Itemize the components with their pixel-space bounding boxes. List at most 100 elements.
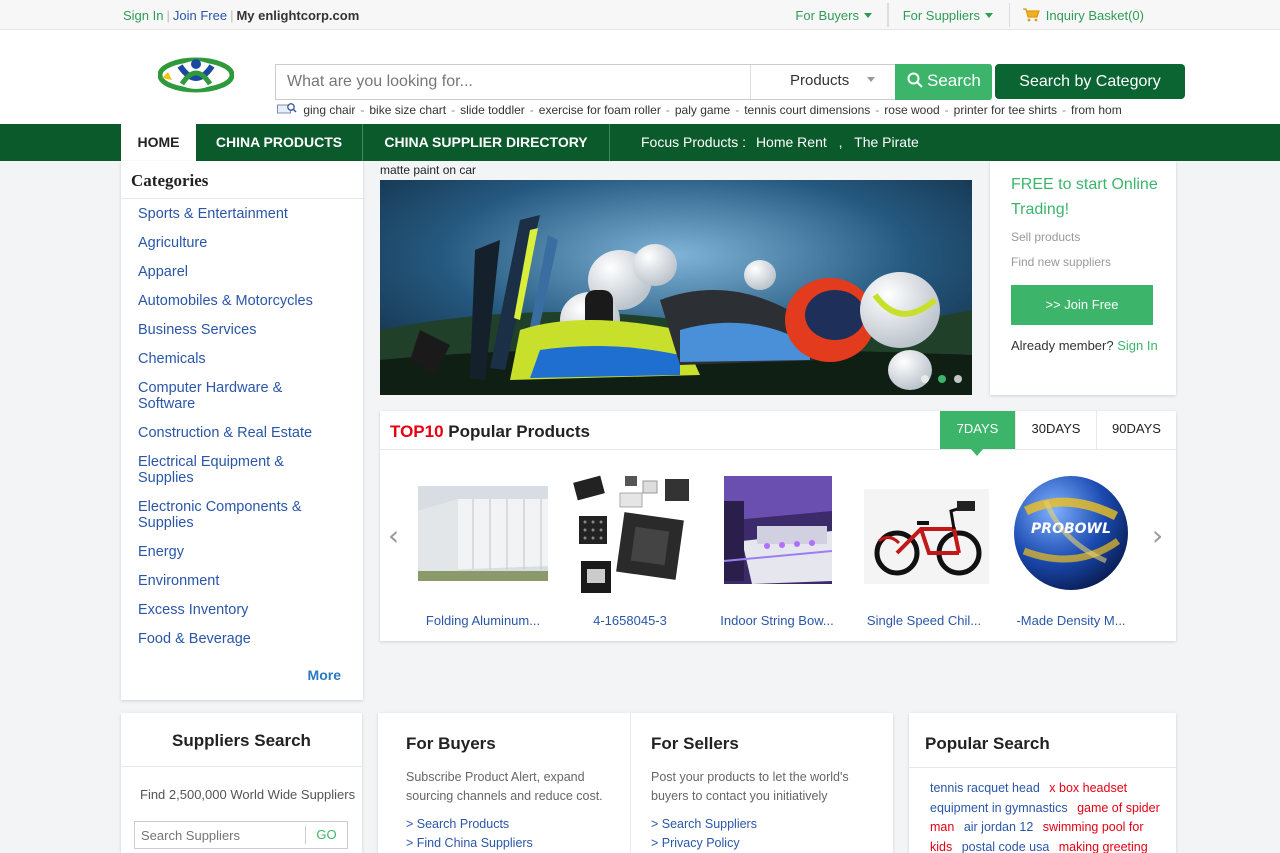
bowling-lane-icon [723, 476, 833, 584]
hot-keyword-link[interactable]: slide toddler [460, 103, 525, 117]
focus-products: Focus Products : Home Rent , The Pirate [641, 134, 919, 150]
nav-home[interactable]: HOME [121, 124, 196, 161]
category-item[interactable]: Food & Beverage [138, 631, 343, 647]
focus-label: Focus Products : [641, 134, 747, 150]
search-input[interactable] [276, 65, 750, 99]
category-item[interactable]: Computer Hardware & Software [138, 380, 343, 412]
suppliers-search-text: Find 2,500,000 World Wide Suppliers [140, 787, 356, 802]
divider [1009, 3, 1010, 27]
top10-title-rest: Popular Products [448, 422, 590, 441]
focus-item[interactable]: The Pirate [854, 134, 919, 150]
product-card[interactable]: Indoor String Bow... [707, 471, 847, 628]
my-site-link[interactable]: My enlightcorp.com [236, 8, 359, 23]
sign-in-link[interactable]: Sign In [123, 8, 163, 23]
search-products-link[interactable]: > Search Products [406, 817, 509, 831]
product-card[interactable]: PROBOWL -Made Density M... [1001, 471, 1141, 628]
product-name[interactable]: -Made Density M... [1001, 613, 1141, 628]
privacy-policy-link[interactable]: > Privacy Policy [651, 836, 740, 850]
suppliers-search-input[interactable] [135, 822, 305, 848]
hot-keyword-link[interactable]: bike size chart [369, 103, 446, 117]
category-list: Sports & Entertainment Agriculture Apparel… [121, 199, 363, 647]
popular-search-tag[interactable]: tennis racquet head [930, 781, 1040, 795]
hot-keyword-link[interactable]: paly game [675, 103, 730, 117]
category-item[interactable]: Excess Inventory [138, 602, 343, 618]
product-name[interactable]: Folding Aluminum... [413, 613, 553, 628]
for-suppliers-menu[interactable]: For Suppliers [903, 8, 993, 23]
product-card[interactable]: Single Speed Chil... [854, 471, 994, 628]
hot-keyword-link[interactable]: from hom [1071, 103, 1122, 117]
categories-title: Categories [121, 161, 363, 199]
search-button[interactable]: Search [895, 64, 992, 100]
focus-separator: , [838, 134, 843, 150]
nav-supplier-directory[interactable]: CHINA SUPPLIER DIRECTORY [363, 124, 609, 161]
search-button-label: Search [927, 71, 981, 90]
join-free-button[interactable]: >> Join Free [1011, 285, 1153, 325]
tent-building-icon [418, 486, 548, 581]
popular-search-tag[interactable]: making greeting [1059, 840, 1148, 853]
popular-search-tag[interactable]: x box headset [1049, 781, 1127, 795]
banner-caption[interactable]: matte paint on car [380, 163, 476, 177]
category-item[interactable]: Electronic Components & Supplies [138, 499, 343, 531]
category-item[interactable]: Construction & Real Estate [138, 425, 343, 441]
hot-keyword-link[interactable]: rose wood [884, 103, 939, 117]
suppliers-search-field: GO [134, 821, 348, 849]
category-item[interactable]: Environment [138, 573, 343, 589]
category-item[interactable]: Agriculture [138, 235, 343, 251]
site-logo[interactable] [158, 56, 234, 94]
product-card[interactable]: Folding Aluminum... [413, 471, 553, 628]
search-by-category-button[interactable]: Search by Category [995, 64, 1185, 99]
popular-search-tag[interactable]: postal code usa [962, 840, 1050, 853]
suppliers-search-title: Suppliers Search [121, 713, 362, 767]
for-buyers-title: For Buyers [406, 734, 496, 753]
category-item[interactable]: Energy [138, 544, 343, 560]
popular-search-tag[interactable]: equipment in gymnastics [930, 801, 1068, 815]
product-card[interactable]: 4-1658045-3 [560, 471, 700, 628]
nav-china-products[interactable]: CHINA PRODUCTS [196, 124, 362, 161]
divider [609, 124, 610, 161]
popular-search-tag[interactable]: air jordan 12 [964, 820, 1034, 834]
for-sellers-title: For Sellers [651, 734, 739, 753]
inquiry-basket-link[interactable]: Inquiry Basket(0) [1022, 8, 1144, 23]
sell-products-text: Sell products [1011, 230, 1081, 244]
caret-down-icon [985, 13, 993, 18]
suppliers-go-button[interactable]: GO [305, 826, 347, 844]
more-categories-link[interactable]: More [308, 667, 341, 683]
top-bar: Sign In | Join Free | My enlightcorp.com For… [0, 0, 1280, 30]
find-china-suppliers-link[interactable]: > Find China Suppliers [406, 836, 533, 850]
divider: | [230, 8, 234, 23]
focus-item[interactable]: Home Rent [756, 134, 827, 150]
category-item[interactable]: Sports & Entertainment [138, 206, 343, 222]
join-free-link[interactable]: Join Free [173, 8, 227, 23]
for-buyers-menu[interactable]: For Buyers [795, 8, 872, 23]
side-sign-in-link[interactable]: Sign In [1117, 338, 1157, 353]
buyers-sellers-box: For Buyers Subscribe Product Alert, expa… [378, 713, 893, 853]
hot-search-icon [277, 103, 297, 114]
category-item[interactable]: Chemicals [138, 351, 343, 367]
category-item[interactable]: Automobiles & Motorcycles [138, 293, 343, 309]
svg-text:PROBOWL: PROBOWL [1031, 521, 1111, 537]
header: Products Search Search by Category ging … [0, 30, 1280, 124]
search-suppliers-link[interactable]: > Search Suppliers [651, 817, 757, 831]
hot-keyword-link[interactable]: exercise for foam roller [539, 103, 661, 117]
banner-image[interactable] [380, 180, 972, 395]
product-name[interactable]: Single Speed Chil... [854, 613, 994, 628]
category-item[interactable]: Apparel [138, 264, 343, 280]
main-nav: HOME CHINA PRODUCTS CHINA SUPPLIER DIREC… [0, 124, 1280, 161]
keyword-separator: - [360, 103, 365, 117]
tab-7days[interactable]: 7DAYS [940, 411, 1015, 456]
search-type-select[interactable]: Products [750, 65, 894, 99]
search-bar: Products Search [275, 64, 992, 100]
category-item[interactable]: Business Services [138, 322, 343, 338]
hot-keyword-link[interactable]: ging chair [303, 103, 355, 117]
hot-keyword-link[interactable]: tennis court dimensions [744, 103, 870, 117]
category-item[interactable]: Electrical Equipment & Supplies [138, 454, 343, 486]
tab-90days[interactable]: 90DAYS [1096, 411, 1176, 449]
product-name[interactable]: Indoor String Bow... [707, 613, 847, 628]
tab-30days[interactable]: 30DAYS [1015, 411, 1096, 449]
join-panel: FREE to start Online Trading! Sell produ… [990, 161, 1176, 395]
carousel-prev-icon[interactable]: ‹ [388, 519, 399, 552]
keyword-separator: - [1062, 103, 1067, 117]
hot-keyword-link[interactable]: printer for tee shirts [954, 103, 1057, 117]
product-name[interactable]: 4-1658045-3 [560, 613, 700, 628]
carousel-next-icon[interactable]: › [1152, 519, 1163, 552]
